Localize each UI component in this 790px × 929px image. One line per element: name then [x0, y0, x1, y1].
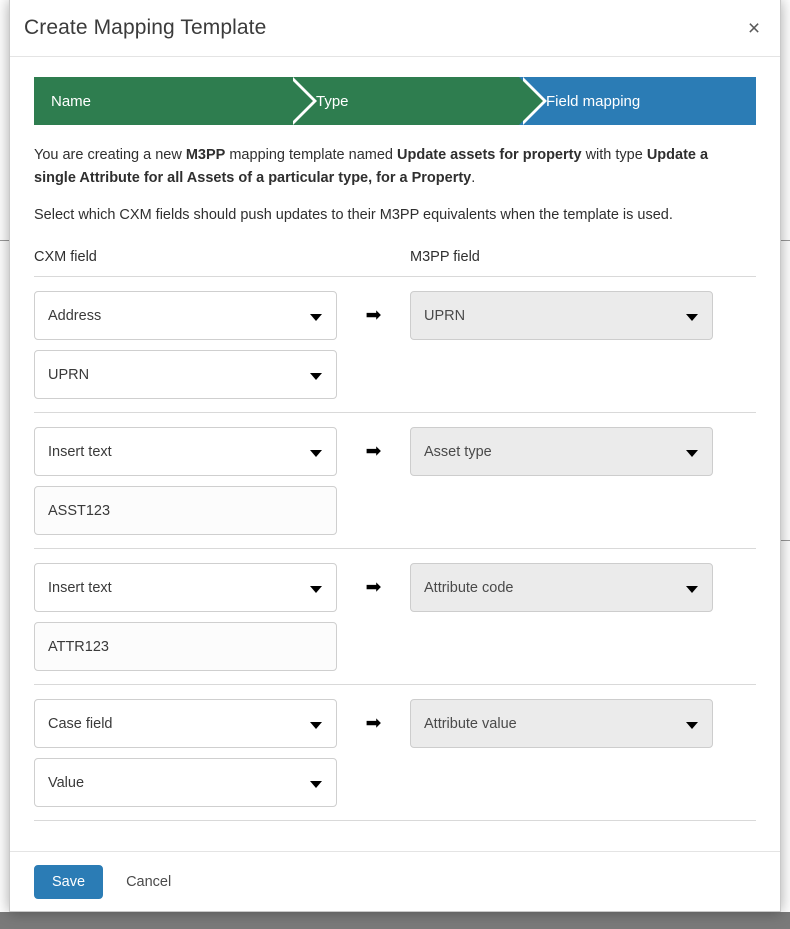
field-mapping-row: Case field ➡ Attribute value Value [34, 685, 756, 820]
background-page-right-column [781, 0, 790, 912]
field-mapping-row-primary: Case field ➡ Attribute value [34, 699, 756, 749]
cxm-field-cell: Insert text [34, 563, 337, 613]
cxm-field-select[interactable]: Insert text [34, 563, 337, 613]
column-header-cxm: CXM field [34, 249, 97, 266]
desc-text-3: with type [581, 147, 647, 163]
m3pp-field-cell: Asset type [410, 427, 713, 477]
create-mapping-template-modal: Create Mapping Template × Name Type Fiel… [9, 0, 781, 912]
arrow-right-icon: ➡ [365, 305, 382, 327]
cxm-value-input[interactable]: ASST123 [34, 486, 337, 536]
arrow-right-icon: ➡ [365, 577, 382, 599]
column-header-m3pp: M3PP field [410, 249, 480, 266]
modal-body: Name Type Field mapping You are creating… [10, 57, 780, 851]
desc-text-4: . [471, 170, 476, 187]
cxm-subfield-cell: Value [34, 758, 337, 808]
field-column-headers: CXM field M3PP field [34, 249, 756, 265]
field-mapping-row-primary: Insert text ➡ Attribute code [34, 563, 756, 613]
cancel-button[interactable]: Cancel [120, 873, 177, 891]
save-button[interactable]: Save [34, 864, 104, 899]
field-mapping-row-secondary: Value [34, 758, 756, 808]
cxm-field-select[interactable]: Insert text [34, 427, 337, 477]
m3pp-field-cell: UPRN [410, 291, 713, 341]
background-rule [0, 240, 9, 241]
m3pp-field-select: Attribute code [410, 563, 713, 613]
wizard-steps: Name Type Field mapping [34, 77, 756, 125]
field-mapping-row-primary: Address ➡ UPRN [34, 291, 756, 341]
template-instructions: Select which CXM fields should push upda… [34, 206, 673, 223]
arrow-right-icon: ➡ [365, 713, 382, 735]
field-mapping-list: Address ➡ UPRN UPRN Insert text ➡ Asset type AS… [34, 277, 756, 822]
field-mapping-row-primary: Insert text ➡ Asset type [34, 427, 756, 477]
wizard-step-type[interactable]: Type [289, 77, 547, 125]
field-mapping-row-secondary: UPRN [34, 350, 756, 400]
close-icon[interactable]: × [741, 15, 767, 41]
arrow-right-icon: ➡ [365, 441, 382, 463]
cxm-value-input[interactable]: ATTR123 [34, 622, 337, 672]
desc-template-name: Update assets for property [397, 147, 582, 163]
field-mapping-row-secondary: ATTR123 [34, 622, 756, 672]
cxm-field-select[interactable]: Address [34, 291, 337, 341]
divider [34, 820, 756, 822]
background-page-left-column [0, 0, 9, 912]
cxm-field-cell: Insert text [34, 427, 337, 477]
m3pp-field-cell: Attribute code [410, 563, 713, 613]
wizard-step-name[interactable]: Name [34, 77, 317, 125]
template-description: You are creating a new M3PP mapping temp… [34, 144, 749, 191]
field-mapping-row-secondary: ASST123 [34, 486, 756, 536]
modal-title: Create Mapping Template [24, 16, 267, 39]
modal-footer: Save Cancel [10, 851, 780, 911]
m3pp-field-select: Asset type [410, 427, 713, 477]
cxm-subfield-cell: ASST123 [34, 486, 337, 536]
cxm-subfield-cell: ATTR123 [34, 622, 337, 672]
field-mapping-row: Insert text ➡ Attribute code ATTR123 [34, 549, 756, 684]
wizard-step-field-mapping[interactable]: Field mapping [519, 77, 756, 125]
cxm-field-select[interactable]: Case field [34, 699, 337, 749]
cxm-subfield-cell: UPRN [34, 350, 337, 400]
cxm-subfield-select[interactable]: Value [34, 758, 337, 808]
cxm-subfield-select[interactable]: UPRN [34, 350, 337, 400]
cxm-field-cell: Case field [34, 699, 337, 749]
m3pp-field-select: Attribute value [410, 699, 713, 749]
cxm-field-cell: Address [34, 291, 337, 341]
m3pp-field-cell: Attribute value [410, 699, 713, 749]
m3pp-field-select: UPRN [410, 291, 713, 341]
field-mapping-row: Address ➡ UPRN UPRN [34, 277, 756, 412]
modal-header: Create Mapping Template × [10, 0, 780, 57]
desc-text-2: mapping template named [225, 147, 398, 163]
desc-system-name: M3PP [185, 147, 226, 163]
field-mapping-row: Insert text ➡ Asset type ASST123 [34, 413, 756, 548]
desc-text-1: You are creating a new [34, 147, 186, 163]
wizard-step-field-mapping-label: Field mapping [546, 92, 641, 110]
wizard-step-name-label: Name [51, 92, 92, 110]
background-rule [781, 540, 790, 541]
background-rule [781, 240, 790, 241]
